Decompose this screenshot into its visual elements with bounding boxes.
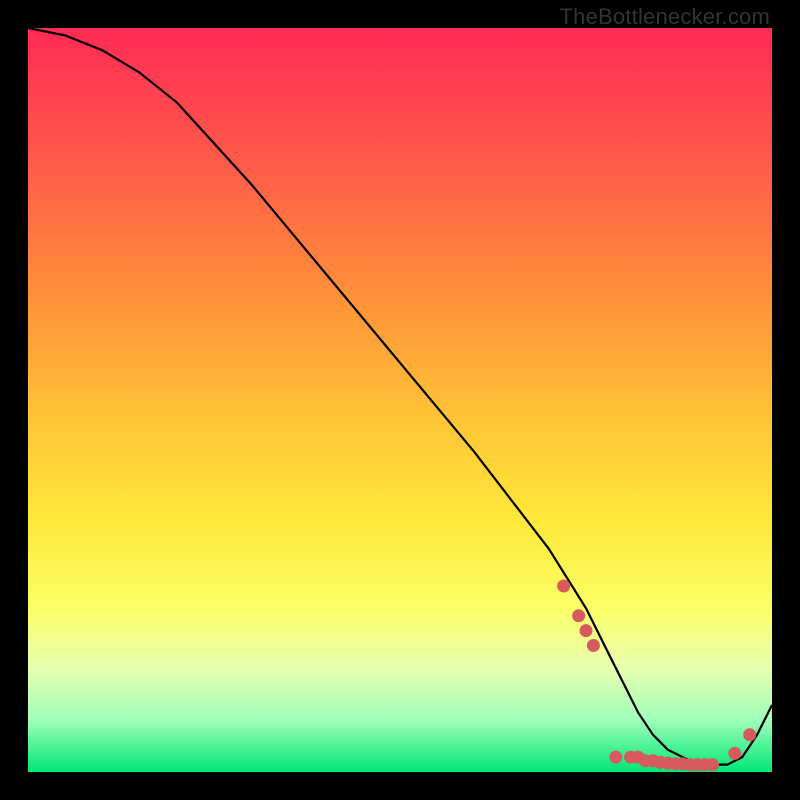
marker-dot: [743, 728, 756, 741]
marker-dot: [706, 758, 719, 771]
marker-dot: [572, 609, 585, 622]
chart-svg: [28, 28, 772, 772]
chart-area: [28, 28, 772, 772]
marker-dot: [587, 639, 600, 652]
marker-dot: [609, 751, 622, 764]
bottleneck-curve: [28, 28, 772, 765]
marker-dot: [580, 624, 593, 637]
watermark-text: TheBottlenecker.com: [560, 4, 770, 30]
marker-dot: [557, 580, 570, 593]
marker-dot: [728, 747, 741, 760]
